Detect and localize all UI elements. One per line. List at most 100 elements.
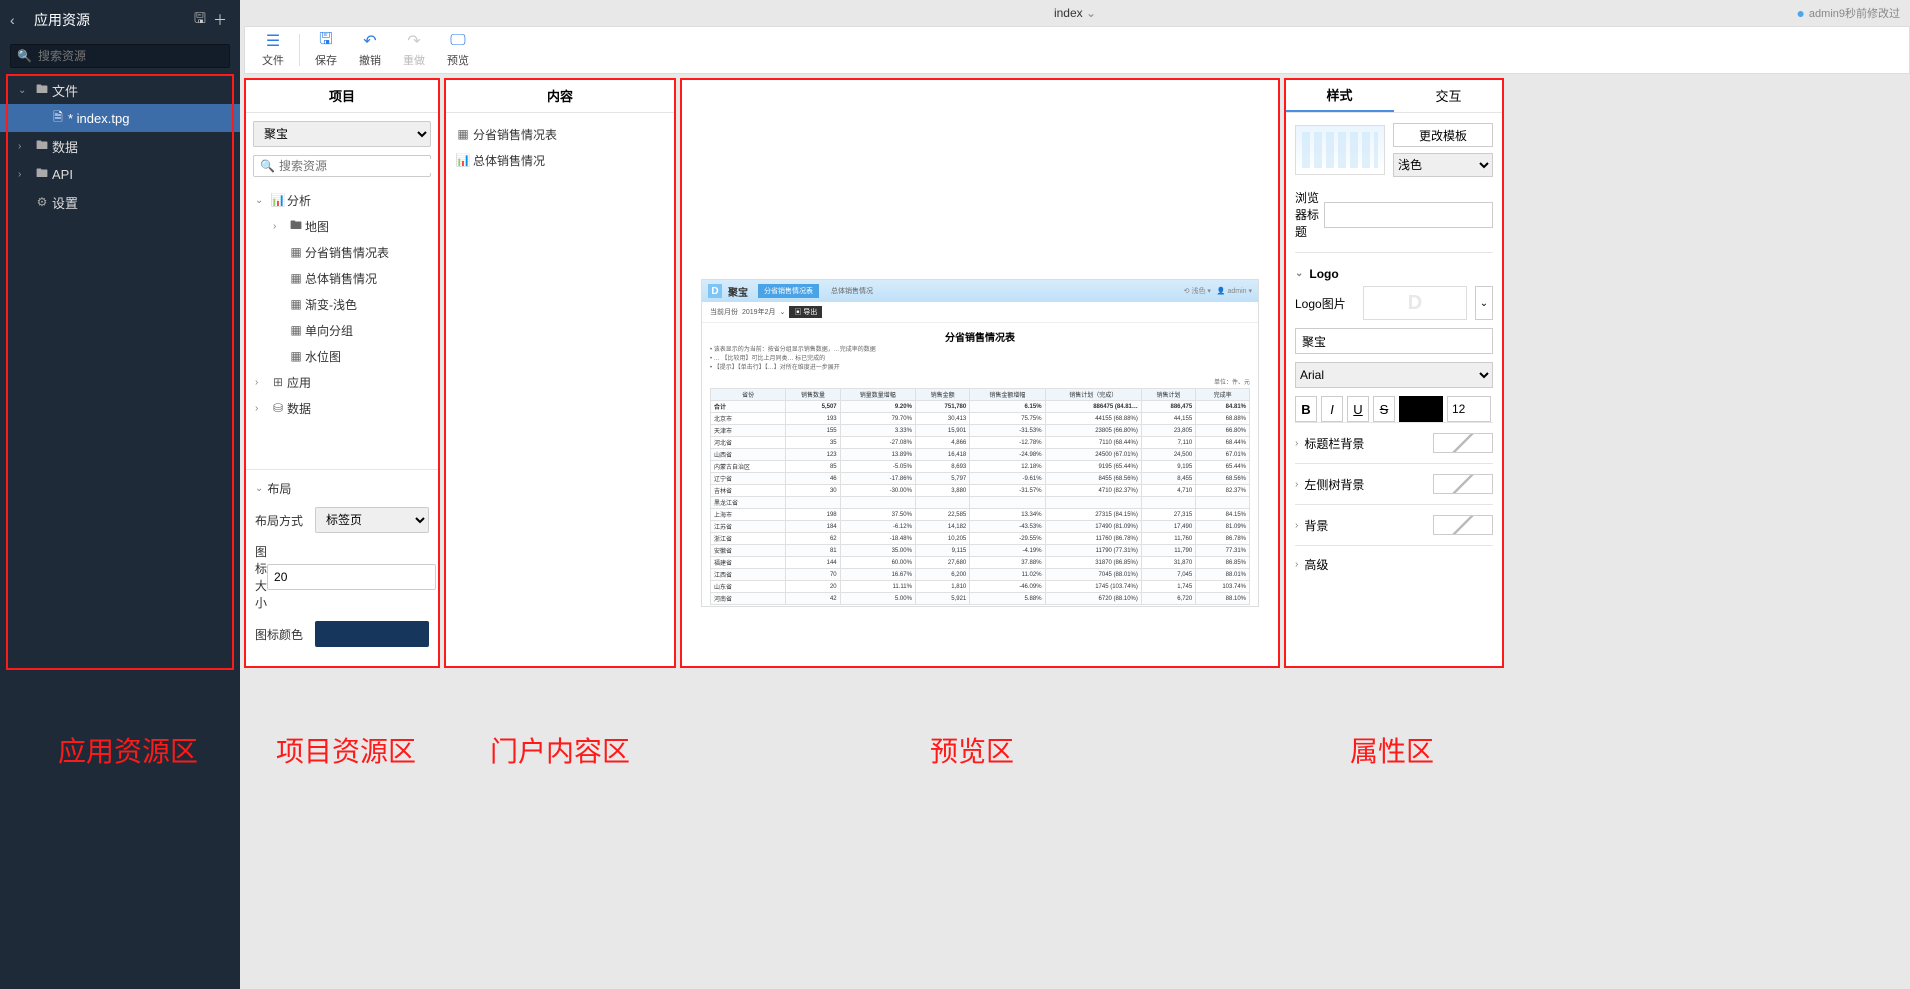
content-panel: 内容 ▦分省销售情况表 📊总体销售情况 [444,78,676,668]
redo-button[interactable]: ↷重做 [392,28,436,72]
logo-dropdown[interactable]: ⌄ [1475,286,1493,320]
sidebar-search[interactable]: 🔍 [10,44,230,68]
grid-icon: ▦ [287,297,305,311]
left-tree-bg-swatch[interactable] [1433,474,1493,494]
underline-button[interactable]: U [1347,396,1369,422]
theme-select[interactable]: 浅色 [1393,153,1493,177]
tree-item-analysis[interactable]: ⌄📊分析 [253,187,431,213]
chevron-right-icon: › [255,403,269,414]
bg-swatch[interactable] [1433,515,1493,535]
chevron-right-icon: › [273,221,287,232]
folder-icon: 🖿 [287,216,305,237]
browser-title-input[interactable] [1324,202,1493,228]
left-tree-bg-label[interactable]: 左侧树背景 [1295,476,1364,493]
content-panel-title: 内容 [445,79,675,113]
tree-item-overall-sales[interactable]: ▦总体销售情况 [253,265,431,291]
tree-item-data[interactable]: › 🖿 数据 [0,132,240,160]
export-button[interactable]: ▣ 导出 [789,306,822,318]
annotation-text: 项目资源区 [276,730,416,770]
logo-section-header[interactable]: Logo [1295,252,1493,286]
annotation-text: 应用资源区 [58,730,198,770]
grid-icon: ▦ [287,271,305,285]
template-thumbnail [1295,125,1385,175]
preview-user-info: ⟲ 浅色 ▾ 👤 admin ▾ [1184,286,1252,296]
folder-icon: 🖿 [32,136,52,157]
icon-size-label: 图标大小 [255,543,267,611]
advanced-label[interactable]: 高级 [1295,556,1328,573]
save-button[interactable]: 🖫保存 [304,28,348,72]
bg-label[interactable]: 背景 [1295,517,1328,534]
change-template-button[interactable]: 更改模板 [1393,123,1493,147]
table-icon: ▦ [287,323,305,337]
tree-item-map[interactable]: ›🖿地图 [253,213,431,239]
font-color-swatch[interactable] [1399,396,1443,422]
add-icon[interactable]: ＋ [210,10,230,30]
sidebar-header: ‹ 应用资源 🖫 ＋ [0,0,240,40]
table-icon: ▦ [453,127,473,141]
tree-item-water-level[interactable]: ▦水位图 [253,343,431,369]
project-tree: ⌄📊分析 ›🖿地图 ▦分省销售情况表 ▦总体销售情况 ▦渐变-浅色 ▦单向分组 … [253,187,431,421]
strike-button[interactable]: S [1373,396,1395,422]
font-size-input[interactable] [1447,396,1491,422]
unit-label: 单位：件、元 [702,377,1258,386]
main-toolbar: ☰文件 🖫保存 ↶撤销 ↷重做 🖵预览 [244,26,1910,74]
tree-item-gradient[interactable]: ▦渐变-浅色 [253,291,431,317]
content-item[interactable]: ▦分省销售情况表 [453,121,667,147]
app-name: 聚宝 [728,284,748,299]
tree-item-index-file[interactable]: 🗎 * index.tpg [0,104,240,132]
redo-icon: ↷ [405,32,423,50]
file-icon: 🗎 [48,108,68,129]
modified-label: admin9秒前修改过 [1796,5,1900,21]
tree-item-single-group[interactable]: ▦单向分组 [253,317,431,343]
title-bg-label[interactable]: 标题栏背景 [1295,435,1364,452]
chevron-right-icon: › [18,169,32,180]
logo-text-input[interactable] [1295,328,1493,354]
project-search-input[interactable] [279,159,434,173]
app-logo-icon: D [708,284,722,298]
file-button[interactable]: ☰文件 [251,28,295,72]
project-select[interactable]: 聚宝 [253,121,431,147]
save-icon[interactable]: 🖫 [190,8,210,32]
apps-icon: ⊞ [269,375,287,389]
tab-style[interactable]: 样式 [1285,79,1394,112]
tree-label: * index.tpg [68,111,129,126]
monitor-icon: 🖵 [449,32,467,50]
save-icon: 🖫 [317,32,335,50]
undo-button[interactable]: ↶撤销 [348,28,392,72]
search-input[interactable] [38,49,223,63]
back-icon[interactable]: ‹ [10,12,26,28]
logo-image-label: Logo图片 [1295,295,1355,312]
title-bg-swatch[interactable] [1433,433,1493,453]
tab-interact[interactable]: 交互 [1394,79,1503,112]
preview-header: D 聚宝 分省销售情况表 总体销售情况 ⟲ 浅色 ▾ 👤 admin ▾ [702,280,1258,302]
tree-item-settings[interactable]: ⚙ 设置 [0,188,240,216]
tree-item-data[interactable]: ›⛁数据 [253,395,431,421]
preview-tab-active[interactable]: 分省销售情况表 [758,284,819,298]
icon-size-input[interactable] [267,564,436,590]
preview-panel: D 聚宝 分省销售情况表 总体销售情况 ⟲ 浅色 ▾ 👤 admin ▾ 当前月… [680,78,1280,668]
project-search[interactable]: 🔍 [253,155,431,177]
tree-item-api[interactable]: › 🖿 API [0,160,240,188]
document-title[interactable]: index [1054,6,1096,20]
tree-item-prov-sales[interactable]: ▦分省销售情况表 [253,239,431,265]
layout-section: 布局 布局方式 标签页 图标大小 图标颜色 [245,469,439,667]
preview-subheader: 当前月份 2019年2月 ⌄ ▣ 导出 [702,302,1258,323]
font-select[interactable]: Arial [1295,362,1493,388]
chart-icon: 📊 [453,153,473,167]
tree-label: 设置 [52,193,78,212]
icon-color-swatch[interactable] [315,621,429,647]
preview-tab[interactable]: 总体销售情况 [825,284,879,298]
preview-button[interactable]: 🖵预览 [436,28,480,72]
italic-button[interactable]: I [1321,396,1343,422]
icon-color-label: 图标颜色 [255,626,315,643]
content-item[interactable]: 📊总体销售情况 [453,147,667,173]
app-resource-sidebar: ‹ 应用资源 🖫 ＋ 🔍 ⌄ 🖿 文件 🗎 * index.tpg › 🖿 数据… [0,0,240,989]
layout-mode-select[interactable]: 标签页 [315,507,429,533]
preview-content: D 聚宝 分省销售情况表 总体销售情况 ⟲ 浅色 ▾ 👤 admin ▾ 当前月… [701,279,1259,607]
tree-item-app[interactable]: ›⊞应用 [253,369,431,395]
search-icon: 🔍 [17,49,32,63]
tree-item-files[interactable]: ⌄ 🖿 文件 [0,76,240,104]
hamburger-icon: ☰ [264,32,282,50]
layout-header[interactable]: 布局 [255,480,429,497]
bold-button[interactable]: B [1295,396,1317,422]
